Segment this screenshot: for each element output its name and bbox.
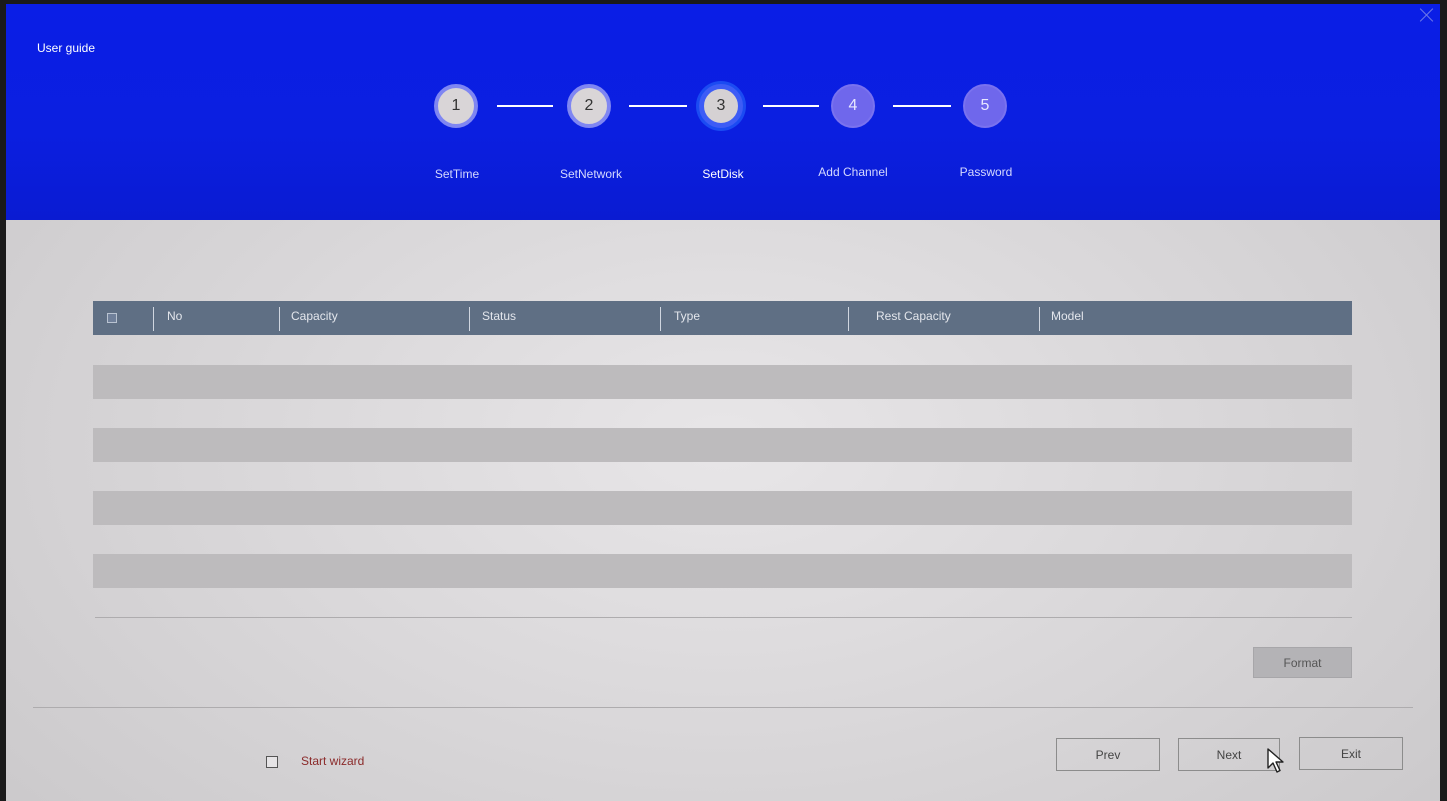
column-model[interactable]: Model [1051, 309, 1084, 323]
step-5-number: 5 [980, 97, 990, 114]
column-separator [848, 307, 849, 331]
column-separator [1039, 307, 1040, 331]
column-status[interactable]: Status [482, 309, 516, 323]
wizard-header: User guide 1 2 3 4 5 SetTime SetNetwork … [6, 4, 1440, 220]
window-title: User guide [37, 41, 96, 55]
table-bottom-divider [95, 617, 1352, 618]
user-guide-screen: User guide 1 2 3 4 5 SetTime SetNetwork … [6, 4, 1440, 801]
step-1-circle: 1 [434, 84, 478, 128]
step-3-circle: 3 [699, 84, 743, 128]
step-connector [629, 105, 687, 107]
next-button[interactable]: Next [1178, 738, 1280, 771]
column-rest-capacity[interactable]: Rest Capacity [876, 309, 951, 323]
table-row[interactable] [93, 491, 1352, 525]
step-3-number: 3 [716, 97, 726, 114]
step-3-label: SetDisk [702, 167, 744, 181]
column-separator [153, 307, 154, 331]
disk-table-header: No Capacity Status Type Rest Capacity Mo… [93, 301, 1352, 335]
step-2-circle: 2 [567, 84, 611, 128]
step-4-label: Add Channel [818, 165, 888, 179]
step-connector [497, 105, 553, 107]
step-1-label: SetTime [434, 167, 480, 181]
table-row[interactable] [93, 428, 1352, 462]
select-all-checkbox[interactable] [107, 313, 117, 323]
mouse-cursor-icon [1267, 748, 1284, 773]
format-button[interactable]: Format [1253, 647, 1352, 678]
start-wizard-checkbox[interactable] [266, 756, 278, 768]
column-capacity[interactable]: Capacity [291, 309, 338, 323]
column-separator [660, 307, 661, 331]
step-5-label: Password [959, 165, 1013, 179]
step-4-number: 4 [848, 97, 858, 114]
prev-button[interactable]: Prev [1056, 738, 1160, 771]
close-icon[interactable] [1418, 6, 1436, 24]
step-1-number: 1 [451, 97, 461, 114]
start-wizard-label: Start wizard [301, 754, 365, 768]
table-row[interactable] [93, 554, 1352, 588]
step-connector [893, 105, 951, 107]
footer-divider [33, 707, 1413, 708]
exit-button[interactable]: Exit [1299, 737, 1403, 770]
step-2-number: 2 [584, 97, 594, 114]
column-type[interactable]: Type [674, 309, 700, 323]
column-no[interactable]: No [167, 309, 182, 323]
column-separator [279, 307, 280, 331]
column-separator [469, 307, 470, 331]
table-row[interactable] [93, 365, 1352, 399]
step-4-circle: 4 [831, 84, 875, 128]
step-5-circle: 5 [963, 84, 1007, 128]
step-2-label: SetNetwork [559, 167, 623, 181]
step-connector [763, 105, 819, 107]
